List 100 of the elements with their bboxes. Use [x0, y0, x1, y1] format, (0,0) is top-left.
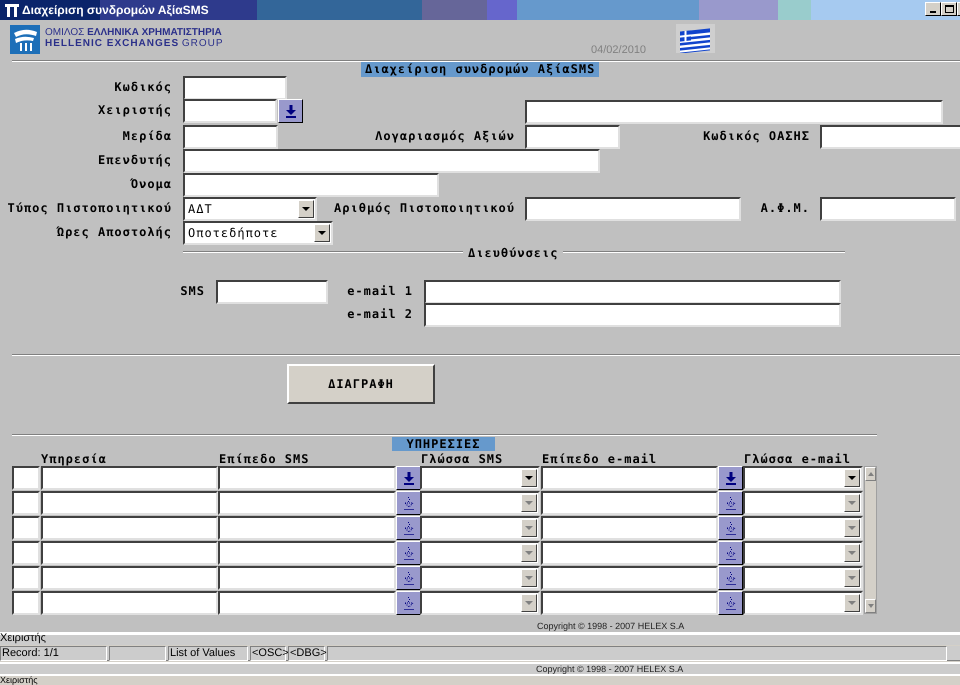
copyright-text: Copyright © 1998 - 2007 HELEX S.A — [536, 664, 684, 674]
download-icon — [284, 104, 296, 118]
input-field[interactable] — [424, 280, 841, 304]
minimize-button[interactable] — [925, 2, 941, 16]
list-button[interactable] — [718, 591, 743, 615]
download-icon — [402, 471, 414, 485]
field-label: e-mail 2 — [347, 306, 413, 323]
list-button[interactable] — [396, 591, 421, 615]
dropdown-field[interactable] — [743, 566, 863, 590]
dropdown-field[interactable]: Οποτεδήποτε — [183, 221, 333, 245]
table-cell[interactable] — [41, 591, 218, 615]
dropdown-arrow-icon — [848, 476, 856, 480]
input-field[interactable] — [183, 173, 439, 197]
field-label: Τύπος Πιστοποιητικού — [8, 200, 172, 217]
dropdown-field[interactable] — [420, 591, 540, 615]
list-button[interactable] — [718, 566, 743, 590]
input-field[interactable] — [183, 99, 277, 123]
list-button[interactable] — [718, 466, 743, 490]
dropdown-field[interactable] — [420, 466, 540, 490]
field-label: Όνομα — [130, 176, 172, 193]
record-indicator[interactable] — [12, 541, 40, 565]
input-field[interactable] — [820, 197, 956, 221]
list-button[interactable] — [396, 466, 421, 490]
record-indicator[interactable] — [12, 591, 40, 615]
status-field: List of Values — [168, 646, 248, 661]
company-name: ΟΜΙΛΟΣ ΕΛΛΗΝΙΚΑ ΧΡΗΜΑΤΙΣΤΗΡΙΑ HELLENIC EXCHANGES GROUP — [45, 27, 224, 49]
maximize-button[interactable] — [941, 2, 957, 16]
input-field[interactable] — [216, 280, 328, 304]
table-cell[interactable] — [218, 541, 396, 565]
table-cell[interactable] — [541, 491, 718, 515]
record-indicator[interactable] — [12, 491, 40, 515]
dropdown-field[interactable] — [420, 541, 540, 565]
record-indicator[interactable] — [12, 566, 40, 590]
input-field[interactable] — [183, 125, 278, 149]
status-field: <OSC> — [250, 646, 286, 661]
dropdown-field[interactable] — [420, 566, 540, 590]
list-button[interactable] — [396, 541, 421, 565]
list-button[interactable] — [718, 516, 743, 540]
status-field: <DBG> — [288, 646, 325, 661]
dropdown-arrow-icon — [848, 500, 856, 506]
field-label: Κωδικός — [114, 79, 172, 96]
dropdown-arrow-icon — [848, 526, 856, 530]
table-cell[interactable] — [41, 491, 218, 515]
dropdown-field[interactable] — [743, 516, 863, 540]
table-cell[interactable] — [218, 566, 396, 590]
dropdown-field[interactable] — [420, 516, 540, 540]
download-icon — [724, 471, 736, 485]
column-header: Υπηρεσία — [41, 451, 107, 468]
table-cell[interactable] — [218, 466, 396, 490]
list-button[interactable] — [396, 491, 421, 515]
dropdown-field[interactable] — [743, 466, 863, 490]
table-cell[interactable] — [541, 566, 718, 590]
table-cell[interactable] — [41, 516, 218, 540]
table-cell[interactable] — [541, 466, 718, 490]
delete-button[interactable]: ΔΙΑΓΡΑΦΗ — [287, 364, 435, 404]
up-arrow-icon — [868, 472, 874, 476]
dropdown-field[interactable]: ΑΔΤ — [183, 197, 317, 221]
table-cell[interactable] — [41, 566, 218, 590]
section-heading: ΥΠΗΡΕΣΙΕΣ — [392, 437, 495, 451]
table-cell[interactable] — [541, 591, 718, 615]
list-button[interactable] — [278, 99, 303, 123]
dropdown-field[interactable] — [743, 491, 863, 515]
flag-icon — [676, 24, 715, 53]
scrollbar[interactable] — [864, 466, 877, 614]
list-button[interactable] — [718, 541, 743, 565]
field-label: Λογαριασμός Αξιών — [375, 128, 515, 145]
dropdown-field[interactable] — [743, 591, 863, 615]
field-label: Αριθμός Πιστοποιητικού — [334, 200, 515, 217]
table-cell[interactable] — [218, 591, 396, 615]
logo-icon — [10, 25, 40, 54]
input-field[interactable] — [183, 149, 600, 173]
form-title: Διαχείριση συνδρομών ΑξίαSMS — [361, 62, 600, 77]
table-cell[interactable] — [541, 516, 718, 540]
app-icon — [4, 2, 20, 18]
input-field[interactable] — [424, 303, 841, 327]
list-button[interactable] — [396, 516, 421, 540]
list-button[interactable] — [396, 566, 421, 590]
input-field[interactable] — [183, 76, 287, 100]
dropdown-arrow-icon — [525, 550, 533, 556]
input-field[interactable] — [525, 100, 943, 124]
input-field[interactable] — [525, 197, 741, 221]
field-label: Επενδυτής — [98, 152, 172, 169]
field-label: Μερίδα — [122, 128, 172, 145]
input-field[interactable] — [525, 125, 620, 149]
table-cell[interactable] — [218, 491, 396, 515]
table-cell[interactable] — [41, 466, 218, 490]
dropdown-arrow-icon — [848, 576, 856, 580]
input-field[interactable] — [820, 125, 960, 149]
table-cell[interactable] — [218, 516, 396, 540]
list-button[interactable] — [718, 491, 743, 515]
hint-text: Χειριστής — [0, 632, 46, 645]
record-indicator[interactable] — [12, 516, 40, 540]
dropdown-field[interactable] — [420, 491, 540, 515]
column-header: Επίπεδο SMS — [219, 451, 310, 468]
record-indicator[interactable] — [12, 466, 40, 490]
column-header: Γλώσσα SMS — [421, 451, 504, 468]
table-cell[interactable] — [541, 541, 718, 565]
field-label: Α.Φ.Μ. — [760, 200, 810, 217]
dropdown-field[interactable] — [743, 541, 863, 565]
table-cell[interactable] — [41, 541, 218, 565]
